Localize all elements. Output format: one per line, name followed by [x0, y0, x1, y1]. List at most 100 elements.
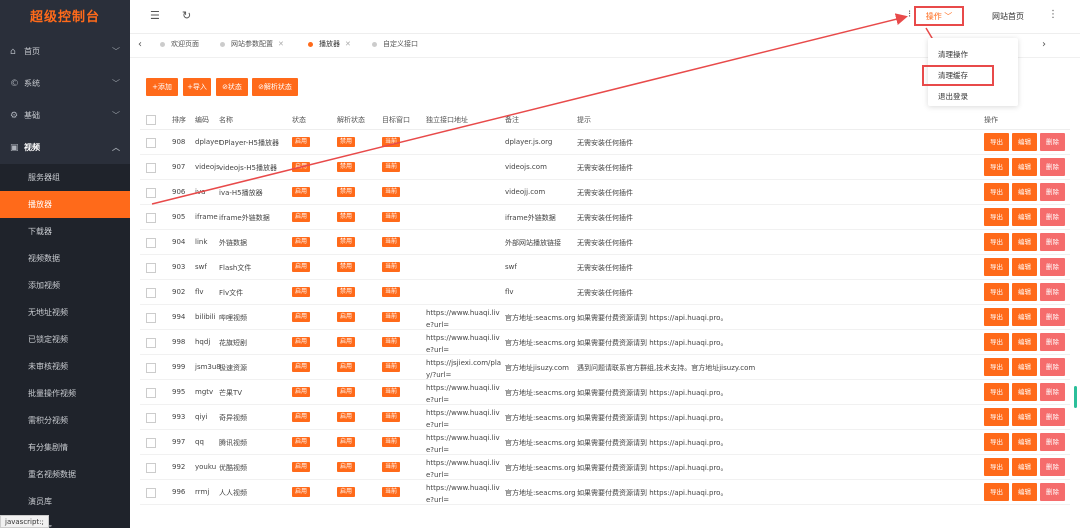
export-button[interactable]: 导出 — [984, 483, 1009, 501]
parse-status-badge[interactable]: 启用 — [337, 437, 356, 447]
status-badge[interactable]: 启用 — [292, 162, 311, 172]
target-window-badge[interactable]: 当前 — [382, 137, 401, 147]
sidebar-item-3[interactable]: ▣ 视频 ︿ — [0, 132, 130, 164]
submenu-item[interactable]: 播放器 — [0, 191, 130, 218]
submenu-item[interactable]: 视频数据 — [0, 245, 130, 272]
submenu-item[interactable]: 已锁定视频 — [0, 326, 130, 353]
tab-item[interactable]: 网站参数配置 ✕ — [220, 39, 284, 49]
export-button[interactable]: 导出 — [984, 308, 1009, 326]
refresh-icon[interactable]: ↻ — [182, 9, 191, 22]
tab-item[interactable]: 欢迎页面 — [160, 39, 199, 49]
row-checkbox[interactable] — [146, 288, 156, 298]
submenu-item[interactable]: 批量操作视频 — [0, 380, 130, 407]
edit-button[interactable]: 编辑 — [1012, 133, 1037, 151]
dropdown-item[interactable]: 清理操作 — [928, 44, 1018, 65]
row-checkbox[interactable] — [146, 213, 156, 223]
row-checkbox[interactable] — [146, 138, 156, 148]
target-window-badge[interactable]: 当前 — [382, 262, 401, 272]
edit-button[interactable]: 编辑 — [1012, 158, 1037, 176]
export-button[interactable]: 导出 — [984, 208, 1009, 226]
edit-button[interactable]: 编辑 — [1012, 183, 1037, 201]
submenu-item[interactable]: 未审核视频 — [0, 353, 130, 380]
edit-button[interactable]: 编辑 — [1012, 258, 1037, 276]
row-checkbox[interactable] — [146, 238, 156, 248]
target-window-badge[interactable]: 当前 — [382, 162, 401, 172]
parse-status-badge[interactable]: 禁用 — [337, 237, 356, 247]
sidebar-item-0[interactable]: ⌂ 首页 ﹀ — [0, 36, 130, 68]
export-button[interactable]: 导出 — [984, 233, 1009, 251]
status-badge[interactable]: 启用 — [292, 237, 311, 247]
tab-scroll-right-icon[interactable]: › — [1042, 39, 1046, 50]
export-button[interactable]: 导出 — [984, 383, 1009, 401]
submenu-item[interactable]: 无地址视频 — [0, 299, 130, 326]
submenu-item[interactable]: 下载器 — [0, 218, 130, 245]
export-button[interactable]: 导出 — [984, 458, 1009, 476]
delete-button[interactable]: 删除 — [1040, 458, 1065, 476]
parse-status-badge[interactable]: 启用 — [337, 312, 356, 322]
parse-status-badge[interactable]: 启用 — [337, 362, 356, 372]
tab-scroll-left-icon[interactable]: ‹ — [138, 39, 142, 50]
dropdown-item[interactable]: 退出登录 — [928, 86, 1018, 107]
more-icon[interactable]: ⁝ — [908, 9, 911, 20]
import-button[interactable]: +导入 — [183, 78, 211, 96]
row-checkbox[interactable] — [146, 438, 156, 448]
delete-button[interactable]: 删除 — [1040, 433, 1065, 451]
edit-button[interactable]: 编辑 — [1012, 383, 1037, 401]
edit-button[interactable]: 编辑 — [1012, 458, 1037, 476]
parse-status-badge[interactable]: 启用 — [337, 412, 356, 422]
row-checkbox[interactable] — [146, 163, 156, 173]
submenu-item[interactable]: 演员库 — [0, 488, 130, 515]
target-window-badge[interactable]: 当前 — [382, 412, 401, 422]
submenu-item[interactable]: 添加视频 — [0, 272, 130, 299]
submenu-item[interactable]: 有分集剧情 — [0, 434, 130, 461]
target-window-badge[interactable]: 当前 — [382, 187, 401, 197]
delete-button[interactable]: 删除 — [1040, 258, 1065, 276]
menu-toggle-icon[interactable]: ☰ — [150, 9, 160, 22]
status-badge[interactable]: 启用 — [292, 412, 311, 422]
edit-button[interactable]: 编辑 — [1012, 358, 1037, 376]
row-checkbox[interactable] — [146, 188, 156, 198]
row-checkbox[interactable] — [146, 413, 156, 423]
dropdown-item[interactable]: 清理缓存 — [922, 65, 994, 86]
status-badge[interactable]: 启用 — [292, 437, 311, 447]
delete-button[interactable]: 删除 — [1040, 208, 1065, 226]
target-window-badge[interactable]: 当前 — [382, 487, 401, 497]
sidebar-item-1[interactable]: © 系统 ﹀ — [0, 68, 130, 100]
parse-status-badge[interactable]: 禁用 — [337, 187, 356, 197]
delete-button[interactable]: 删除 — [1040, 383, 1065, 401]
export-button[interactable]: 导出 — [984, 258, 1009, 276]
target-window-badge[interactable]: 当前 — [382, 387, 401, 397]
row-checkbox[interactable] — [146, 338, 156, 348]
edit-button[interactable]: 编辑 — [1012, 433, 1037, 451]
row-checkbox[interactable] — [146, 263, 156, 273]
parse-status-badge[interactable]: 启用 — [337, 487, 356, 497]
delete-button[interactable]: 删除 — [1040, 283, 1065, 301]
edit-button[interactable]: 编辑 — [1012, 308, 1037, 326]
row-checkbox[interactable] — [146, 463, 156, 473]
export-button[interactable]: 导出 — [984, 158, 1009, 176]
status-badge[interactable]: 启用 — [292, 187, 311, 197]
delete-button[interactable]: 删除 — [1040, 158, 1065, 176]
status-button[interactable]: ⊘状态 — [216, 78, 248, 96]
export-button[interactable]: 导出 — [984, 358, 1009, 376]
target-window-badge[interactable]: 当前 — [382, 337, 401, 347]
target-window-badge[interactable]: 当前 — [382, 362, 401, 372]
target-window-badge[interactable]: 当前 — [382, 462, 401, 472]
edit-button[interactable]: 编辑 — [1012, 408, 1037, 426]
more-menu-icon[interactable]: ⋮ — [1048, 9, 1058, 20]
status-badge[interactable]: 启用 — [292, 387, 311, 397]
target-window-badge[interactable]: 当前 — [382, 312, 401, 322]
parse-status-badge[interactable]: 禁用 — [337, 137, 356, 147]
delete-button[interactable]: 删除 — [1040, 408, 1065, 426]
scrollbar-thumb[interactable] — [1074, 386, 1077, 408]
operate-dropdown-button[interactable]: 操作 ﹀ — [914, 6, 964, 26]
edit-button[interactable]: 编辑 — [1012, 333, 1037, 351]
delete-button[interactable]: 删除 — [1040, 183, 1065, 201]
parse-status-badge[interactable]: 禁用 — [337, 162, 356, 172]
tab-item[interactable]: 自定义接口 — [372, 39, 418, 49]
export-button[interactable]: 导出 — [984, 183, 1009, 201]
parse-status-badge[interactable]: 启用 — [337, 337, 356, 347]
export-button[interactable]: 导出 — [984, 408, 1009, 426]
delete-button[interactable]: 删除 — [1040, 133, 1065, 151]
row-checkbox[interactable] — [146, 313, 156, 323]
